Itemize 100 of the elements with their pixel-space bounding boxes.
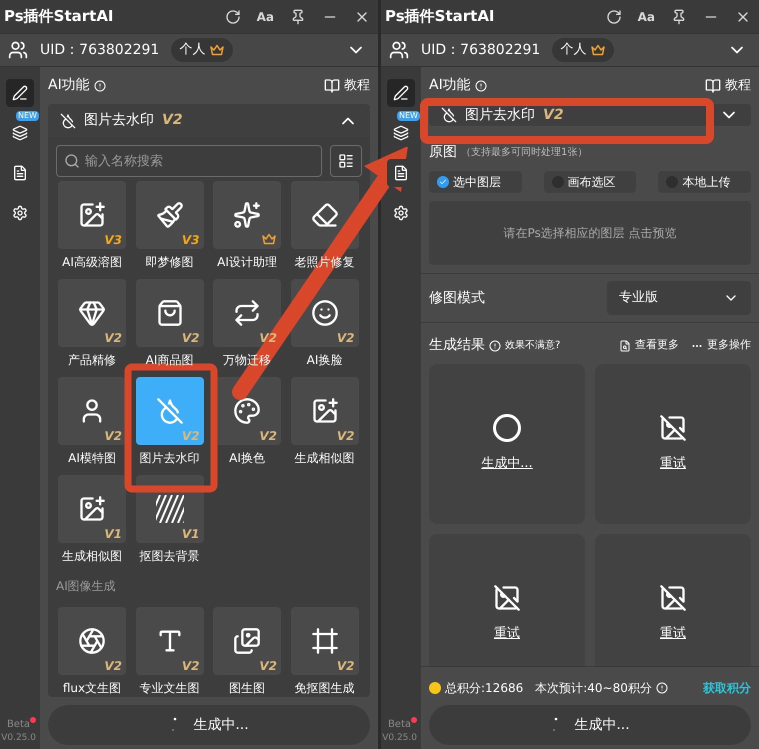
font-size-button[interactable]: Aa: [638, 8, 655, 26]
tool-selector[interactable]: 图片去水印 V2: [48, 104, 370, 137]
tool-tile[interactable]: V2: [213, 607, 281, 675]
tool-tile[interactable]: V2: [290, 607, 358, 675]
results-title: 生成结果: [429, 336, 485, 355]
user-id: UID：763802291: [40, 40, 160, 60]
crown-icon: [261, 233, 277, 245]
window-title: Ps插件StartAI: [385, 6, 496, 28]
settings-icon: [12, 205, 28, 221]
result-card[interactable]: 重试: [595, 364, 751, 524]
version-tag: V3: [104, 231, 122, 249]
tool-tile[interactable]: V2: [58, 377, 126, 445]
tool-label: 图片去水印: [140, 450, 200, 467]
generate-button[interactable]: 生成中...: [48, 705, 370, 745]
droplet-off-icon: [441, 107, 457, 123]
tool-label: AI换脸: [306, 352, 342, 369]
version-tag: V2: [182, 427, 200, 445]
version-tag: V2: [259, 657, 277, 675]
tool-tile[interactable]: V2: [136, 279, 204, 347]
section-title: AI功能: [429, 76, 471, 95]
sidebar-tab[interactable]: [387, 79, 415, 107]
tool-selector[interactable]: 图片去水印 V2: [429, 104, 751, 126]
mode-label: 修图模式: [429, 288, 485, 308]
status-text: 生成中...: [481, 455, 533, 474]
refresh-icon[interactable]: [224, 8, 241, 24]
info-icon[interactable]: [94, 80, 106, 92]
feedback-link[interactable]: 效果不满意?: [505, 338, 560, 353]
tool-tile[interactable]: V3: [136, 181, 204, 249]
tool-tile[interactable]: [213, 181, 281, 249]
beta-label: Beta: [388, 718, 411, 732]
book-icon: [324, 78, 340, 94]
swap-icon: [233, 299, 261, 327]
result-card[interactable]: 重试: [595, 534, 751, 666]
result-card[interactable]: 生成中...: [429, 364, 585, 524]
sidebar-tab[interactable]: [6, 79, 34, 107]
list-view-button[interactable]: [330, 145, 362, 177]
crown-icon: [209, 44, 226, 56]
tool-tile[interactable]: V1: [136, 475, 204, 543]
retry-link[interactable]: 重试: [494, 624, 520, 644]
tool-label: 产品精修: [68, 352, 116, 369]
edit-icon: [393, 85, 409, 101]
tool-tile[interactable]: V3: [58, 181, 126, 249]
section-title: AI功能: [48, 76, 90, 95]
version-tag: V2: [104, 657, 122, 675]
info-icon[interactable]: [489, 340, 501, 352]
version-tag: V1: [182, 525, 200, 543]
edit-icon: [12, 85, 28, 101]
view-more-link[interactable]: 查看更多: [619, 337, 679, 354]
version-tag: V2: [336, 657, 354, 675]
mode-select[interactable]: 专业版: [607, 281, 751, 315]
version-tag: V2: [182, 657, 200, 675]
users-icon: [8, 40, 28, 60]
preview-hint: 请在Ps选择相应的图层 点击预览: [503, 225, 677, 242]
tutorial-link[interactable]: 教程: [324, 76, 370, 96]
new-badge: NEW: [16, 111, 39, 121]
version-tag: V1: [104, 525, 122, 543]
bag-icon: [156, 299, 184, 327]
source-option[interactable]: 选中图层: [429, 171, 522, 193]
tool-tile[interactable]: V2: [58, 279, 126, 347]
frame-icon: [310, 627, 338, 655]
aperture-icon: [78, 627, 106, 655]
images-icon: [233, 627, 261, 655]
book-icon: [705, 78, 721, 94]
tool-tile[interactable]: V2: [58, 607, 126, 675]
source-option[interactable]: 画布选区: [544, 171, 636, 193]
preview-area[interactable]: 请在Ps选择相应的图层 点击预览: [429, 201, 751, 265]
info-icon[interactable]: [474, 80, 487, 92]
source-label: 原图: [429, 143, 457, 162]
retry-link[interactable]: 重试: [660, 624, 686, 644]
generate-button[interactable]: 生成中...: [429, 705, 751, 745]
file-search-icon: [619, 340, 631, 352]
pin-icon[interactable]: [290, 8, 306, 24]
list-view-icon: [338, 153, 354, 169]
tool-tile[interactable]: V2: [136, 607, 204, 675]
version-tag: V2: [259, 427, 277, 445]
stripes-icon: [156, 495, 184, 523]
search-field[interactable]: 输入名称搜索: [56, 145, 322, 177]
settings-icon: [393, 205, 409, 221]
tool-tile[interactable]: V1: [58, 475, 126, 543]
tutorial-link[interactable]: 教程: [705, 76, 751, 96]
font-size-button[interactable]: Aa: [256, 8, 274, 26]
pin-icon[interactable]: [671, 8, 687, 24]
version-tag: V3: [182, 231, 200, 249]
retry-link[interactable]: 重试: [660, 454, 686, 474]
window-title: Ps插件StartAI: [4, 6, 115, 28]
version-tag: V2: [104, 329, 122, 347]
tool-label: 生成相似图: [294, 450, 354, 467]
source-option[interactable]: 本地上传: [658, 171, 751, 193]
version-tag: V2: [543, 104, 564, 126]
tool-label: 专业文生图: [140, 680, 200, 697]
more-actions-link[interactable]: 更多操作: [691, 337, 751, 354]
gem-icon: [78, 299, 106, 327]
tool-label: 生成相似图: [62, 548, 122, 565]
result-card[interactable]: 重试: [429, 534, 585, 666]
info-icon[interactable]: [656, 682, 668, 694]
document-icon: [12, 165, 28, 181]
refresh-icon[interactable]: [606, 8, 622, 24]
get-points-link[interactable]: 获取积分: [703, 679, 751, 697]
droplet-off-icon: [156, 397, 184, 425]
tool-tile[interactable]: V2: [290, 377, 358, 445]
